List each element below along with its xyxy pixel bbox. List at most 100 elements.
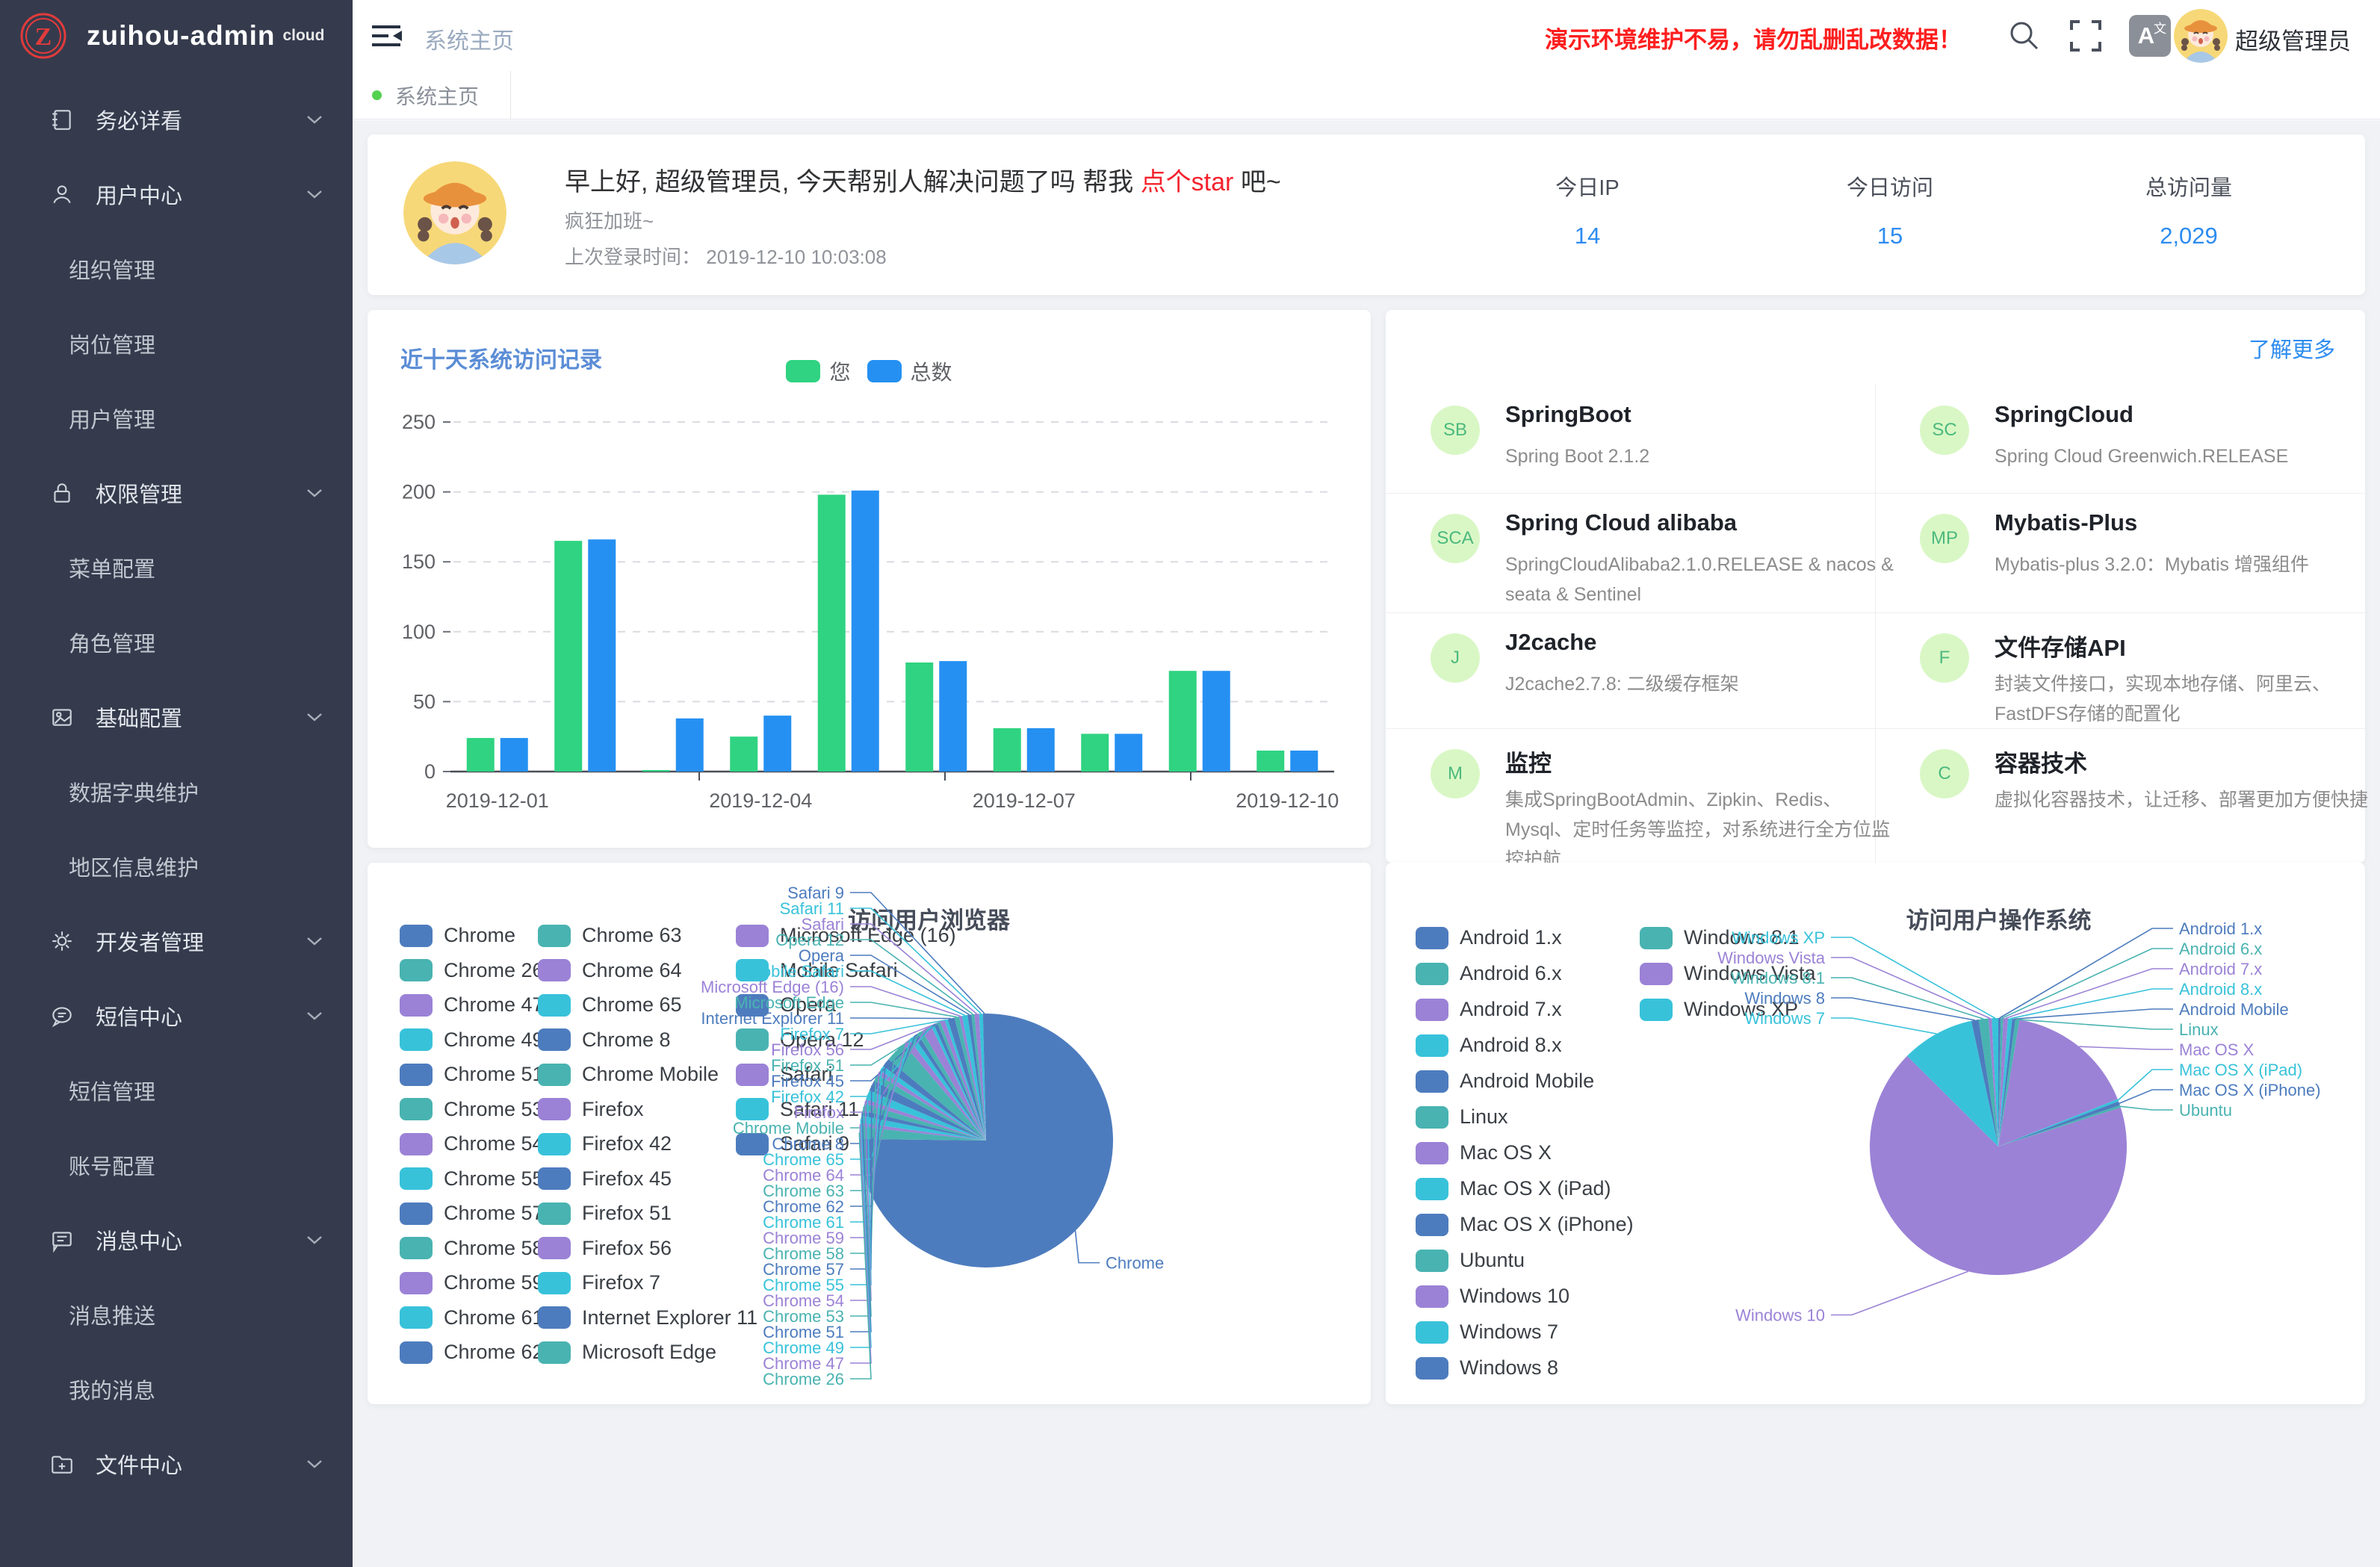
pie-label-Windows 7: Windows 7 [1744,1009,1825,1028]
bar-总数-2019-12-01[interactable] [501,738,528,772]
tech-card-SpringCloud[interactable]: SCSpringCloudSpring Cloud Greenwich.RELE… [1920,385,2368,497]
svg-text:150: 150 [402,550,436,573]
pie-label-Chrome: Chrome [1106,1254,1164,1273]
bar-总数-2019-12-02[interactable] [588,539,616,772]
svg-text:2019-12-07: 2019-12-07 [973,789,1076,812]
svg-text:100: 100 [402,621,436,643]
tech-stack-card: 了解更多 SBSpringBootSpring Boot 2.1.2 SCSpri… [1386,310,2365,863]
main-content: 早上好, 超级管理员, 今天帮别人解决问题了吗 帮我 点个star 吧~ 疯狂加… [353,120,2380,1567]
search-icon[interactable] [2006,18,2042,58]
chevron-down-icon [306,1011,323,1025]
sidebar-subitem-地区信息维护[interactable]: 地区信息维护 [0,829,353,904]
bar-您-2019-12-07[interactable] [994,728,1021,772]
sidebar-subitem-label: 角色管理 [69,627,155,658]
bar-您-2019-12-10[interactable] [1256,751,1284,772]
sidebar-item-务必详看[interactable]: 务必详看 [0,82,353,157]
sidebar-item-短信中心[interactable]: 短信中心 [0,978,353,1053]
browser-pie-card: 访问用户浏览器 ChromeChrome 26Chrome 47Chrome 4… [368,863,1371,1404]
image-icon [49,704,75,733]
sidebar-subitem-label: 账号配置 [69,1149,155,1181]
fullscreen-icon[interactable] [2068,18,2104,58]
sidebar-item-label: 权限管理 [96,477,182,509]
stat-label: 今日访问 [1778,170,2002,202]
current-user-name[interactable]: 超级管理员 [2235,22,2351,56]
sidebar-subitem-消息推送[interactable]: 消息推送 [0,1277,353,1352]
sidebar-subitem-短信管理[interactable]: 短信管理 [0,1053,353,1128]
bar-您-2019-12-03[interactable] [642,770,670,772]
chevron-down-icon [306,190,323,203]
notebook-icon [49,107,75,136]
bar-总数-2019-12-10[interactable] [1290,751,1318,772]
sidebar-item-权限管理[interactable]: 权限管理 [0,456,353,530]
bar-您-2019-12-06[interactable] [905,663,933,772]
pie-label-Android 1.x: Android 1.x [2179,919,2262,938]
sidebar-subitem-角色管理[interactable]: 角色管理 [0,605,353,680]
bar-总数-2019-12-04[interactable] [763,716,791,772]
stat-today-ip: 今日IP 14 [1475,170,1699,249]
bar-您-2019-12-02[interactable] [554,541,582,772]
bar-总数-2019-12-05[interactable] [852,491,879,772]
sidebar-subitem-账号配置[interactable]: 账号配置 [0,1128,353,1203]
lock-icon [49,480,75,509]
tech-card-文件存储API[interactable]: F文件存储API封装文件接口，实现本地存储、阿里云、FastDFS存储的配置化 [1920,612,2368,724]
sidebar-collapse-icon[interactable] [369,21,403,55]
sidebar-subitem-用户管理[interactable]: 用户管理 [0,381,353,456]
last-login: 上次登录时间： 2019-12-10 10:03:08 [565,242,887,270]
bar-总数-2019-12-08[interactable] [1115,733,1142,772]
sidebar-item-开发者管理[interactable]: 开发者管理 [0,904,353,978]
stat-value: 14 [1475,223,1699,249]
tech-initials-badge: SCA [1431,514,1480,563]
user-avatar[interactable] [2174,9,2228,63]
bar-总数-2019-12-09[interactable] [1203,671,1230,772]
tech-desc: 集成SpringBootAdmin、Zipkin、Redis、Mysql、定时任… [1505,785,1894,875]
svg-text:2019-12-04: 2019-12-04 [709,789,812,812]
tech-initials-badge: M [1431,749,1480,798]
translate-zh: 文 [2154,18,2166,37]
star-link[interactable]: 点个star [1141,168,1234,196]
tech-desc: Spring Cloud Greenwich.RELEASE [1995,441,2380,471]
sidebar-subitem-label: 数据字典维护 [69,776,199,807]
tech-card-Mybatis-Plus[interactable]: MPMybatis-PlusMybatis-plus 3.2.0：Mybatis… [1920,493,2368,605]
tab-system-home[interactable]: 系统主页 [353,71,511,120]
stat-today-visits: 今日访问 15 [1778,170,2002,249]
tech-initials-badge: J [1431,633,1480,683]
sidebar-item-文件中心[interactable]: 文件中心 [0,1427,353,1501]
bar-总数-2019-12-06[interactable] [939,661,967,772]
sidebar-subitem-菜单配置[interactable]: 菜单配置 [0,530,353,605]
sidebar-item-用户中心[interactable]: 用户中心 [0,157,353,232]
pie-label-Ubuntu: Ubuntu [2179,1101,2232,1120]
bar-您-2019-12-08[interactable] [1081,733,1109,772]
translate-letter: A [2138,22,2154,49]
bar-您-2019-12-05[interactable] [818,494,846,772]
tech-initials-badge: MP [1920,514,1969,563]
bar-总数-2019-12-07[interactable] [1027,728,1055,772]
sidebar-item-label: 文件中心 [96,1448,182,1480]
bar-您-2019-12-04[interactable] [730,736,757,772]
bar-您-2019-12-01[interactable] [467,738,495,772]
language-translate-icon[interactable]: A 文 [2129,15,2171,57]
svg-text:200: 200 [402,481,436,503]
sidebar-item-消息中心[interactable]: 消息中心 [0,1203,353,1277]
sidebar-subitem-岗位管理[interactable]: 岗位管理 [0,306,353,381]
bar-您-2019-12-09[interactable] [1169,671,1197,772]
sidebar-item-基础配置[interactable]: 基础配置 [0,680,353,754]
svg-text:0: 0 [424,760,436,783]
message-icon [49,1227,75,1256]
sidebar-menu: 务必详看用户中心组织管理岗位管理用户管理权限管理菜单配置角色管理基础配置数据字典… [0,82,353,1501]
pie-label-Android 8.x: Android 8.x [2179,980,2262,999]
sidebar-item-label: 消息中心 [96,1224,182,1256]
tech-card-SpringBoot[interactable]: SBSpringBootSpring Boot 2.1.2 [1431,385,1879,497]
tech-card-容器技术[interactable]: C容器技术虚拟化容器技术，让迁移、部署更加方便快捷 [1920,728,2368,840]
sidebar-subitem-数据字典维护[interactable]: 数据字典维护 [0,754,353,829]
tech-desc: Mybatis-plus 3.2.0：Mybatis 增强组件 [1995,550,2380,580]
learn-more-link[interactable]: 了解更多 [2249,332,2335,364]
logo[interactable]: Z zuihou-admin cloud [0,0,353,72]
tech-card-J2cache[interactable]: JJ2cacheJ2cache2.7.8: 二级缓存框架 [1431,612,1879,724]
svg-text:250: 250 [402,411,436,433]
sidebar-subitem-我的消息[interactable]: 我的消息 [0,1352,353,1427]
stat-label: 今日IP [1475,170,1699,202]
tech-card-Spring Cloud alibaba[interactable]: SCASpring Cloud alibabaSpringCloudAlibab… [1431,493,1879,605]
tech-card-监控[interactable]: M监控集成SpringBootAdmin、Zipkin、Redis、Mysql、… [1431,728,1879,840]
bar-总数-2019-12-03[interactable] [676,719,704,772]
sidebar-subitem-组织管理[interactable]: 组织管理 [0,232,353,306]
